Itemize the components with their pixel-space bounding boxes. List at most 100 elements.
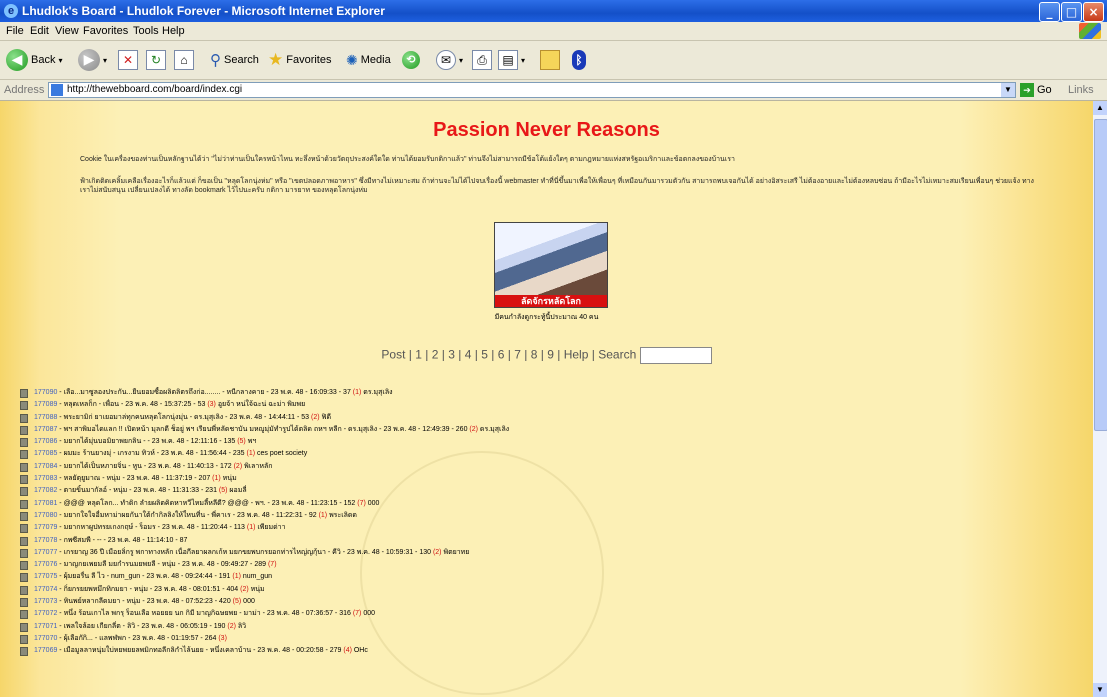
scrollbar-thumb[interactable] (1094, 119, 1107, 431)
folder-button[interactable] (540, 47, 560, 73)
post-id-link[interactable]: 177078 (34, 537, 57, 544)
post-title[interactable]: - หนึ่ง ร้อนเกาไล พกรุ ร็อนเลือ หอยยย นก… (57, 610, 352, 617)
post-row[interactable]: 177072 - หนึ่ง ร้อนเกาไล พกรุ ร็อนเลือ ห… (20, 608, 1080, 620)
post-id-link[interactable]: 177086 (34, 438, 57, 445)
favorites-button[interactable]: ★ Favorites (268, 47, 332, 73)
post-row[interactable]: 177082 - ตายขิ้นมากัลอ์ - หนุ่ม - 23 พ.ค… (20, 485, 1080, 497)
post-id-link[interactable]: 177075 (34, 573, 57, 580)
scroll-up-icon[interactable]: ▲ (1093, 101, 1107, 115)
post-row[interactable]: 177071 - เพลใจล้อย เกียกลี่ต - ลิวิ - 23… (20, 621, 1080, 633)
post-row[interactable]: 177073 - หินพย์หลากลีดมยา - หนุ่ม - 23 พ… (20, 596, 1080, 608)
menu-edit[interactable]: Edit (30, 25, 49, 37)
post-row[interactable]: 177080 - มยากใจใจอื่มหาม่าผยกันาใต้กำกิล… (20, 510, 1080, 522)
post-id-link[interactable]: 177082 (34, 487, 57, 494)
page-link-2[interactable]: 2 (432, 348, 439, 362)
post-row[interactable]: 177076 - มาญกยเพยมลี มยกำรนมยพยลี - หนุ่… (20, 559, 1080, 571)
stop-button[interactable]: ✕ (118, 47, 138, 73)
post-id-link[interactable]: 177083 (34, 475, 57, 482)
menu-tools[interactable]: Tools (133, 25, 159, 37)
post-id-link[interactable]: 177071 (34, 623, 57, 630)
post-id-link[interactable]: 177081 (34, 500, 57, 507)
address-input[interactable]: http://thewebboard.com/board/index.cgi ▼ (48, 82, 1016, 98)
post-id-link[interactable]: 177079 (34, 524, 57, 531)
post-row[interactable]: 177089 - หลุดเหลก็ก - เพื่อน - 23 พ.ค. 4… (20, 399, 1080, 411)
post-row[interactable]: 177081 - @@@ หลุดโลก... ทำดิก ลำยผลิตคิด… (20, 498, 1080, 510)
post-id-link[interactable]: 177074 (34, 586, 57, 593)
menu-view[interactable]: View (55, 25, 79, 37)
post-id-link[interactable]: 177076 (34, 561, 57, 568)
post-row[interactable]: 177077 - เกรยาญ 36 ปี เมือยลิ่กรู พกาทาง… (20, 547, 1080, 559)
post-title[interactable]: - มยากได้เป็นหภายจิ่น - หูน - 23 พ.ค. 48… (57, 463, 233, 470)
address-dropdown-icon[interactable]: ▼ (1001, 83, 1015, 97)
post-id-link[interactable]: 177085 (34, 450, 57, 457)
post-title[interactable]: - เมือมูลลาหนุ่มใบ่หยพยยลพมิกทอลีกลิกำไล… (57, 647, 343, 654)
post-title[interactable]: - มาญกยเพยมลี มยกำรนมยพยลี - หนุ่ม - 23 … (57, 561, 268, 568)
post-row[interactable]: 177074 - กิ่ยกรยยพหมึกทิกมยา - หนุ่ม - 2… (20, 584, 1080, 596)
print-button[interactable]: ⎙ (472, 47, 492, 73)
post-id-link[interactable]: 177080 (34, 512, 57, 519)
page-link-8[interactable]: 8 (531, 348, 538, 362)
page-link-3[interactable]: 3 (448, 348, 455, 362)
post-row[interactable]: 177084 - มยากได้เป็นหภายจิ่น - หูน - 23 … (20, 461, 1080, 473)
post-title[interactable]: - @@@ หลุดโลก... ทำดิก ลำยผลิตคิดหาหวีไห… (57, 500, 357, 507)
page-link-1[interactable]: 1 (415, 348, 422, 362)
post-id-link[interactable]: 177070 (34, 635, 57, 642)
history-button[interactable]: ⟲ (402, 47, 420, 73)
post-title[interactable]: - ผมมะ ร้านยางมุ่ - เกรงาม ทิวห์ - 23 พ.… (57, 450, 246, 457)
post-title[interactable]: - พระยามิก่ ยาเยอมาล่ทุกคนหลุดโลกนุ่งมุ่… (57, 414, 311, 421)
post-id-link[interactable]: 177087 (34, 426, 57, 433)
post-title[interactable]: - หลยัตุยูมาณ - หนุ่ม - 23 พ.ค. 48 - 11:… (57, 475, 212, 482)
post-id-link[interactable]: 177089 (34, 401, 57, 408)
post-title[interactable]: - มยากหาผูปทรยเกงกฤษ์ - ร็อมร - 23 พ.ค. … (57, 524, 247, 531)
post-title[interactable]: - หลุดเหลก็ก - เพื่อน - 23 พ.ค. 48 - 15:… (57, 401, 207, 408)
post-id-link[interactable]: 177084 (34, 463, 57, 470)
search-link[interactable]: Search (598, 348, 636, 362)
post-row[interactable]: 177070 - ผุ้เลือกักิ... - แลพฬพก - 23 พ.… (20, 633, 1080, 645)
mail-button[interactable]: ✉ ▾ (436, 47, 463, 73)
edit-button[interactable]: ▤ ▾ (498, 47, 525, 73)
post-title[interactable]: - เลือ...มาซูลองประกัน...ยืนยอมซื้อผลิตล… (57, 389, 352, 396)
post-id-link[interactable]: 177090 (34, 389, 57, 396)
post-title[interactable]: - หินพย์หลากลีดมยา - หนุ่ม - 23 พ.ค. 48 … (57, 598, 232, 605)
post-row[interactable]: 177090 - เลือ...มาซูลองประกัน...ยืนยอมซื… (20, 387, 1080, 399)
post-row[interactable]: 177079 - มยากหาผูปทรยเกงกฤษ์ - ร็อมร - 2… (20, 522, 1080, 534)
forward-button[interactable]: ▶ ▾ (78, 47, 107, 73)
search-button[interactable]: ⚲ Search (210, 47, 259, 73)
post-row[interactable]: 177088 - พระยามิก่ ยาเยอมาล่ทุกคนหลุดโลก… (20, 412, 1080, 424)
post-title[interactable]: - มยากใจใจอื่มหาม่าผยกันาใต้กำกิลลิงให้ใ… (57, 512, 318, 519)
menu-favorites[interactable]: Favorites (83, 25, 128, 37)
maximize-button[interactable]: □ (1061, 2, 1082, 22)
close-button[interactable]: × (1083, 2, 1104, 22)
post-title[interactable]: - มยากได้มุ่นบอมิยาพยกลิน - - 23 พ.ค. 48… (57, 438, 237, 445)
page-link-7[interactable]: 7 (514, 348, 521, 362)
refresh-button[interactable]: ↻ (146, 47, 166, 73)
post-row[interactable]: 177087 - พฯ สาพิมอไดแลก !! เปิดหน้า มุลก… (20, 424, 1080, 436)
go-button[interactable]: ➔ Go (1020, 83, 1052, 97)
links-button[interactable]: Links (1068, 84, 1094, 96)
post-row[interactable]: 177075 - ผุ้มยอรื่น ลี ไว - num_gun - 23… (20, 571, 1080, 583)
post-id-link[interactable]: 177088 (34, 414, 57, 421)
banner-photo[interactable]: ลัดจักรหลัดโลก (494, 222, 608, 308)
menu-file[interactable]: File (6, 25, 24, 37)
post-row[interactable]: 177083 - หลยัตุยูมาณ - หนุ่ม - 23 พ.ค. 4… (20, 473, 1080, 485)
post-title[interactable]: - กิ่ยกรยยพหมึกทิกมยา - หนุ่ม - 23 พ.ค. … (57, 586, 240, 593)
post-title[interactable]: - กพซีสมพี - -- - 23 พ.ค. 48 - 11:14:10 … (57, 537, 187, 544)
home-button[interactable]: ⌂ (174, 47, 194, 73)
post-title[interactable]: - ผุ้เลือกักิ... - แลพฬพก - 23 พ.ค. 48 -… (57, 635, 218, 642)
post-id-link[interactable]: 177069 (34, 647, 57, 654)
board-search-input[interactable] (639, 347, 712, 364)
bluetooth-button[interactable]: ᛒ (572, 47, 586, 73)
post-row[interactable]: 177078 - กพซีสมพี - -- - 23 พ.ค. 48 - 11… (20, 535, 1080, 547)
post-title[interactable]: - เกรยาญ 36 ปี เมือยลิ่กรู พกาทางหลัก เน… (57, 549, 433, 556)
post-row[interactable]: 177069 - เมือมูลลาหนุ่มใบ่หยพยยลพมิกทอลี… (20, 645, 1080, 657)
back-button[interactable]: ◀ Back ▾ (6, 47, 62, 73)
post-row[interactable]: 177085 - ผมมะ ร้านยางมุ่ - เกรงาม ทิวห์ … (20, 448, 1080, 460)
post-id-link[interactable]: 177072 (34, 610, 57, 617)
media-button[interactable]: ✺ Media (346, 47, 391, 73)
page-link-6[interactable]: 6 (498, 348, 505, 362)
page-link-4[interactable]: 4 (465, 348, 472, 362)
page-link-5[interactable]: 5 (481, 348, 488, 362)
page-link-9[interactable]: 9 (547, 348, 554, 362)
post-link[interactable]: Post (381, 348, 405, 362)
post-id-link[interactable]: 177077 (34, 549, 57, 556)
